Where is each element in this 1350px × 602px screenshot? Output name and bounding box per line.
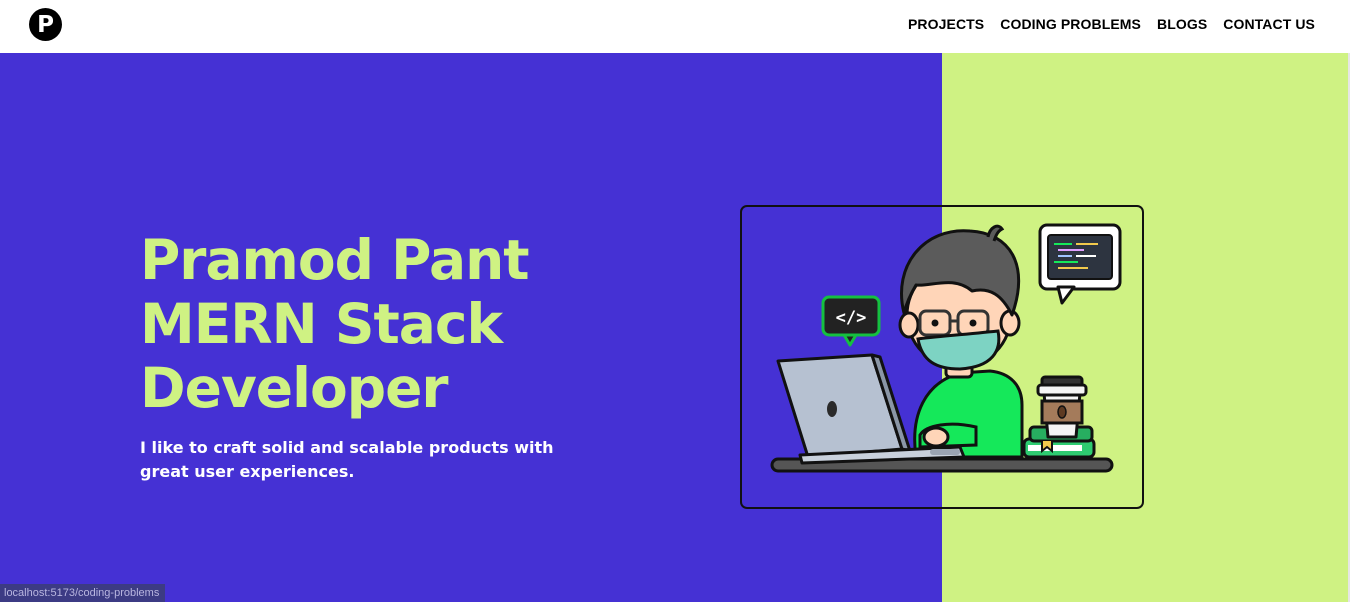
top-navbar: P PROJECTS CODING PROBLEMS BLOGS CONTACT… <box>0 0 1350 53</box>
nav-link-contact-us[interactable]: CONTACT US <box>1223 16 1315 32</box>
svg-text:</>: </> <box>836 308 867 328</box>
nav-link-projects[interactable]: PROJECTS <box>908 16 984 32</box>
nav-link-blogs[interactable]: BLOGS <box>1157 16 1207 32</box>
status-bar-url: localhost:5173/coding-problems <box>0 584 166 602</box>
headline-line-title: Developer <box>140 356 449 420</box>
hero-headline: Pramod Pant MERN Stack Developer <box>140 228 700 420</box>
headline-line-role: MERN Stack <box>140 292 503 356</box>
nav-links: PROJECTS CODING PROBLEMS BLOGS CONTACT U… <box>908 16 1315 32</box>
hero-tagline: I like to craft solid and scalable produ… <box>140 438 554 481</box>
hero-section: Pramod Pant MERN Stack Developer I like … <box>0 53 1350 602</box>
nav-link-coding-problems[interactable]: CODING PROBLEMS <box>1000 16 1141 32</box>
developer-illustration: </> <box>740 205 1144 509</box>
developer-figure <box>898 224 1024 459</box>
headline-line-name: Pramod Pant <box>140 228 530 292</box>
logo-p-icon[interactable]: P <box>29 8 62 41</box>
code-window-icon <box>1038 223 1122 305</box>
code-tag-icon: </> <box>821 295 881 347</box>
